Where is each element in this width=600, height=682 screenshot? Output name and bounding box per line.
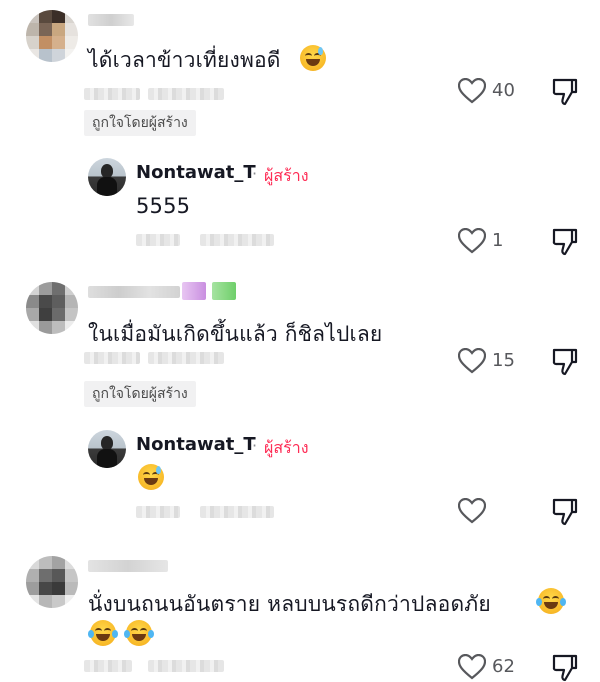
like-count: 15 xyxy=(492,350,515,371)
sweat-smile-emoji xyxy=(138,464,164,490)
comment-text: นั่งบนถนนอันตราย หลบบนรถดีกว่าปลอดภัย xyxy=(88,592,491,616)
like-count: 40 xyxy=(492,80,515,101)
comment-text: ได้เวลาข้าวเที่ยงพอดี xyxy=(88,48,281,72)
username-emoji-blurred xyxy=(212,282,236,300)
avatar[interactable] xyxy=(26,282,78,334)
heart-icon[interactable] xyxy=(458,498,486,524)
reply-link-blurred[interactable] xyxy=(148,88,224,100)
heart-icon[interactable] xyxy=(458,654,486,680)
liked-by-creator-badge: ถูกใจโดยผู้สร้าง xyxy=(84,110,196,136)
dislike-icon[interactable] xyxy=(552,228,578,256)
username-blurred[interactable] xyxy=(88,560,168,572)
timestamp-blurred xyxy=(136,234,180,246)
creator-avatar[interactable] xyxy=(88,430,126,468)
liked-by-creator-badge: ถูกใจโดยผู้สร้าง xyxy=(84,381,196,407)
reply-author[interactable]: Nontawat_T xyxy=(136,162,256,183)
like-count: 1 xyxy=(492,230,504,251)
avatar[interactable] xyxy=(26,10,78,62)
username-blurred[interactable] xyxy=(88,286,180,298)
timestamp-blurred xyxy=(84,88,140,100)
reply-link-blurred[interactable] xyxy=(148,660,224,672)
reply-text: 5555 xyxy=(136,194,191,218)
tears-of-joy-emoji xyxy=(536,588,566,614)
dislike-icon[interactable] xyxy=(552,498,578,526)
avatar[interactable] xyxy=(26,556,78,608)
timestamp-blurred xyxy=(84,660,132,672)
dislike-icon[interactable] xyxy=(552,654,578,682)
reply-link-blurred[interactable] xyxy=(200,234,274,246)
heart-icon[interactable] xyxy=(458,78,486,104)
sweat-smile-emoji xyxy=(300,45,326,71)
comment-text: ในเมื่อมันเกิดขึ้นแล้ว ก็ชิลไปเลย xyxy=(88,322,383,346)
separator-dot: · xyxy=(252,164,258,183)
timestamp-blurred xyxy=(84,352,140,364)
timestamp-blurred xyxy=(136,506,180,518)
username-blurred[interactable] xyxy=(88,14,134,26)
creator-avatar[interactable] xyxy=(88,158,126,196)
heart-icon[interactable] xyxy=(458,228,486,254)
like-count: 62 xyxy=(492,656,515,677)
dislike-icon[interactable] xyxy=(552,348,578,376)
creator-tag: ผู้สร้าง xyxy=(264,166,309,185)
reply-link-blurred[interactable] xyxy=(148,352,224,364)
dislike-icon[interactable] xyxy=(552,78,578,106)
tears-of-joy-emoji xyxy=(88,620,118,646)
tears-of-joy-emoji xyxy=(124,620,154,646)
username-emoji-blurred xyxy=(182,282,206,300)
separator-dot: · xyxy=(252,436,258,455)
creator-tag: ผู้สร้าง xyxy=(264,438,309,457)
heart-icon[interactable] xyxy=(458,348,486,374)
reply-author[interactable]: Nontawat_T xyxy=(136,434,256,455)
reply-link-blurred[interactable] xyxy=(200,506,274,518)
